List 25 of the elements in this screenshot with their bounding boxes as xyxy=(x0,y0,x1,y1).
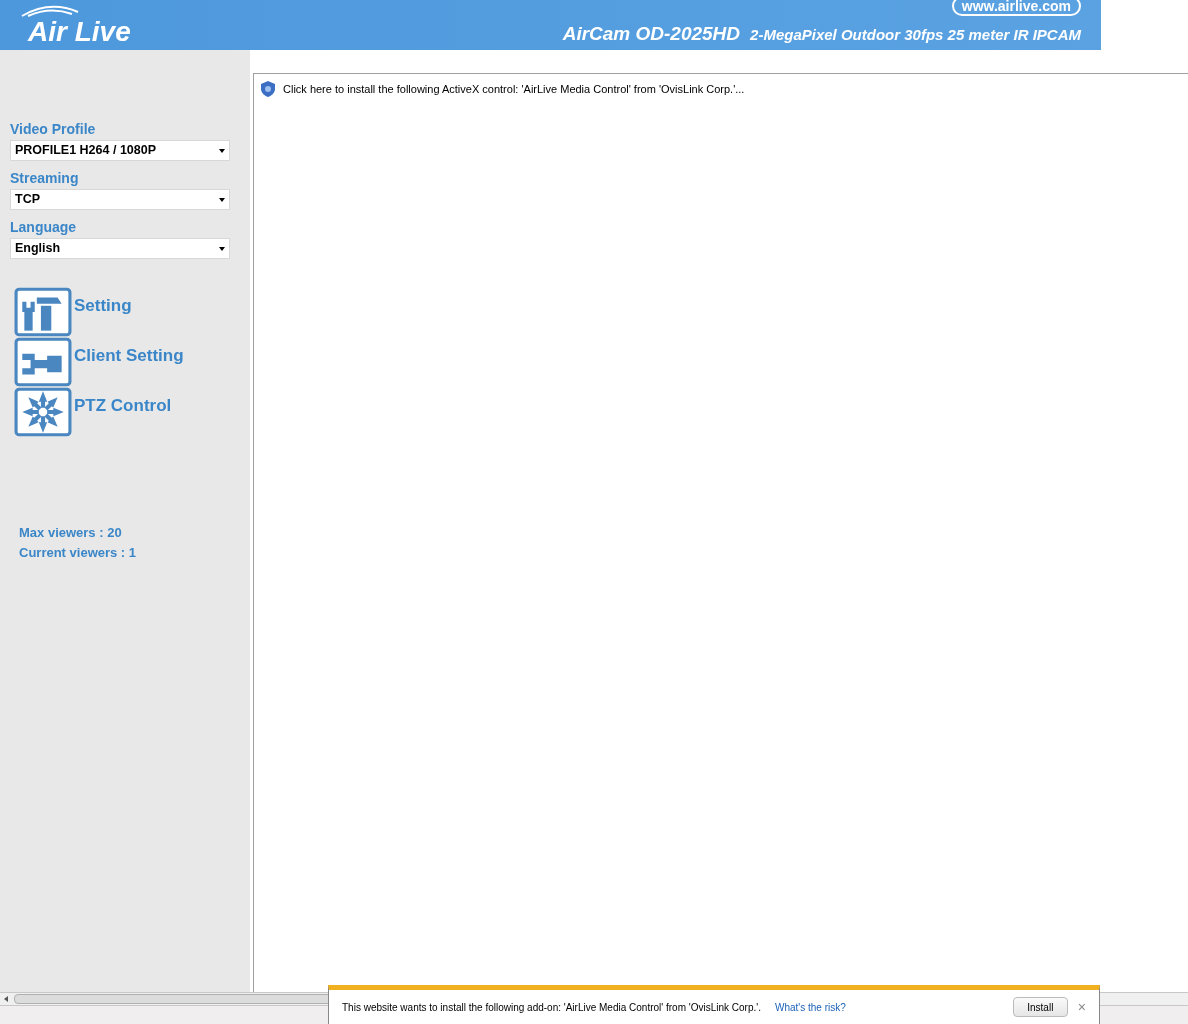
shield-icon xyxy=(261,81,275,98)
notification-message: This website wants to install the following add-on: 'AirLive Media Control' from 'OvisLink Corp.'. xyxy=(342,1000,761,1015)
tools-icon xyxy=(14,287,72,337)
website-label: www.airlive.com xyxy=(951,0,1081,16)
tagline: 2-MegaPixel Outdoor 30fps 25 meter IR IPCAM xyxy=(750,24,1081,45)
dropdown-arrow-icon xyxy=(219,148,225,153)
install-button[interactable]: Install xyxy=(1012,997,1068,1017)
scroll-left-icon xyxy=(4,996,8,1002)
dropdown[interactable]: PROFILE1 H264 / 1080P xyxy=(10,140,230,161)
arrows-icon xyxy=(14,387,72,437)
dropdown-arrow-icon xyxy=(219,197,225,202)
field-label: Streaming xyxy=(10,169,80,187)
dropdown[interactable]: TCP xyxy=(10,189,230,210)
risk-link[interactable]: What's the risk? xyxy=(774,999,846,1015)
viewer-count: Current viewers : 1 xyxy=(19,545,138,561)
dropdown-arrow-icon xyxy=(219,246,225,251)
field-label: Video Profile xyxy=(10,120,97,138)
wifi-arc-icon xyxy=(20,4,80,18)
model-title: AirCam OD-2025HD xyxy=(562,21,741,46)
field-label: Language xyxy=(10,218,78,236)
dropdown[interactable]: English xyxy=(10,238,230,259)
activex-message[interactable]: Click here to install the following ActiveX control: 'AirLive Media Control' from 'OvisLink Corp.'... xyxy=(283,81,745,98)
logo: Air Live xyxy=(28,18,131,46)
close-button[interactable]: × xyxy=(1077,1000,1086,1014)
viewer-count: Max viewers : 20 xyxy=(19,525,123,541)
